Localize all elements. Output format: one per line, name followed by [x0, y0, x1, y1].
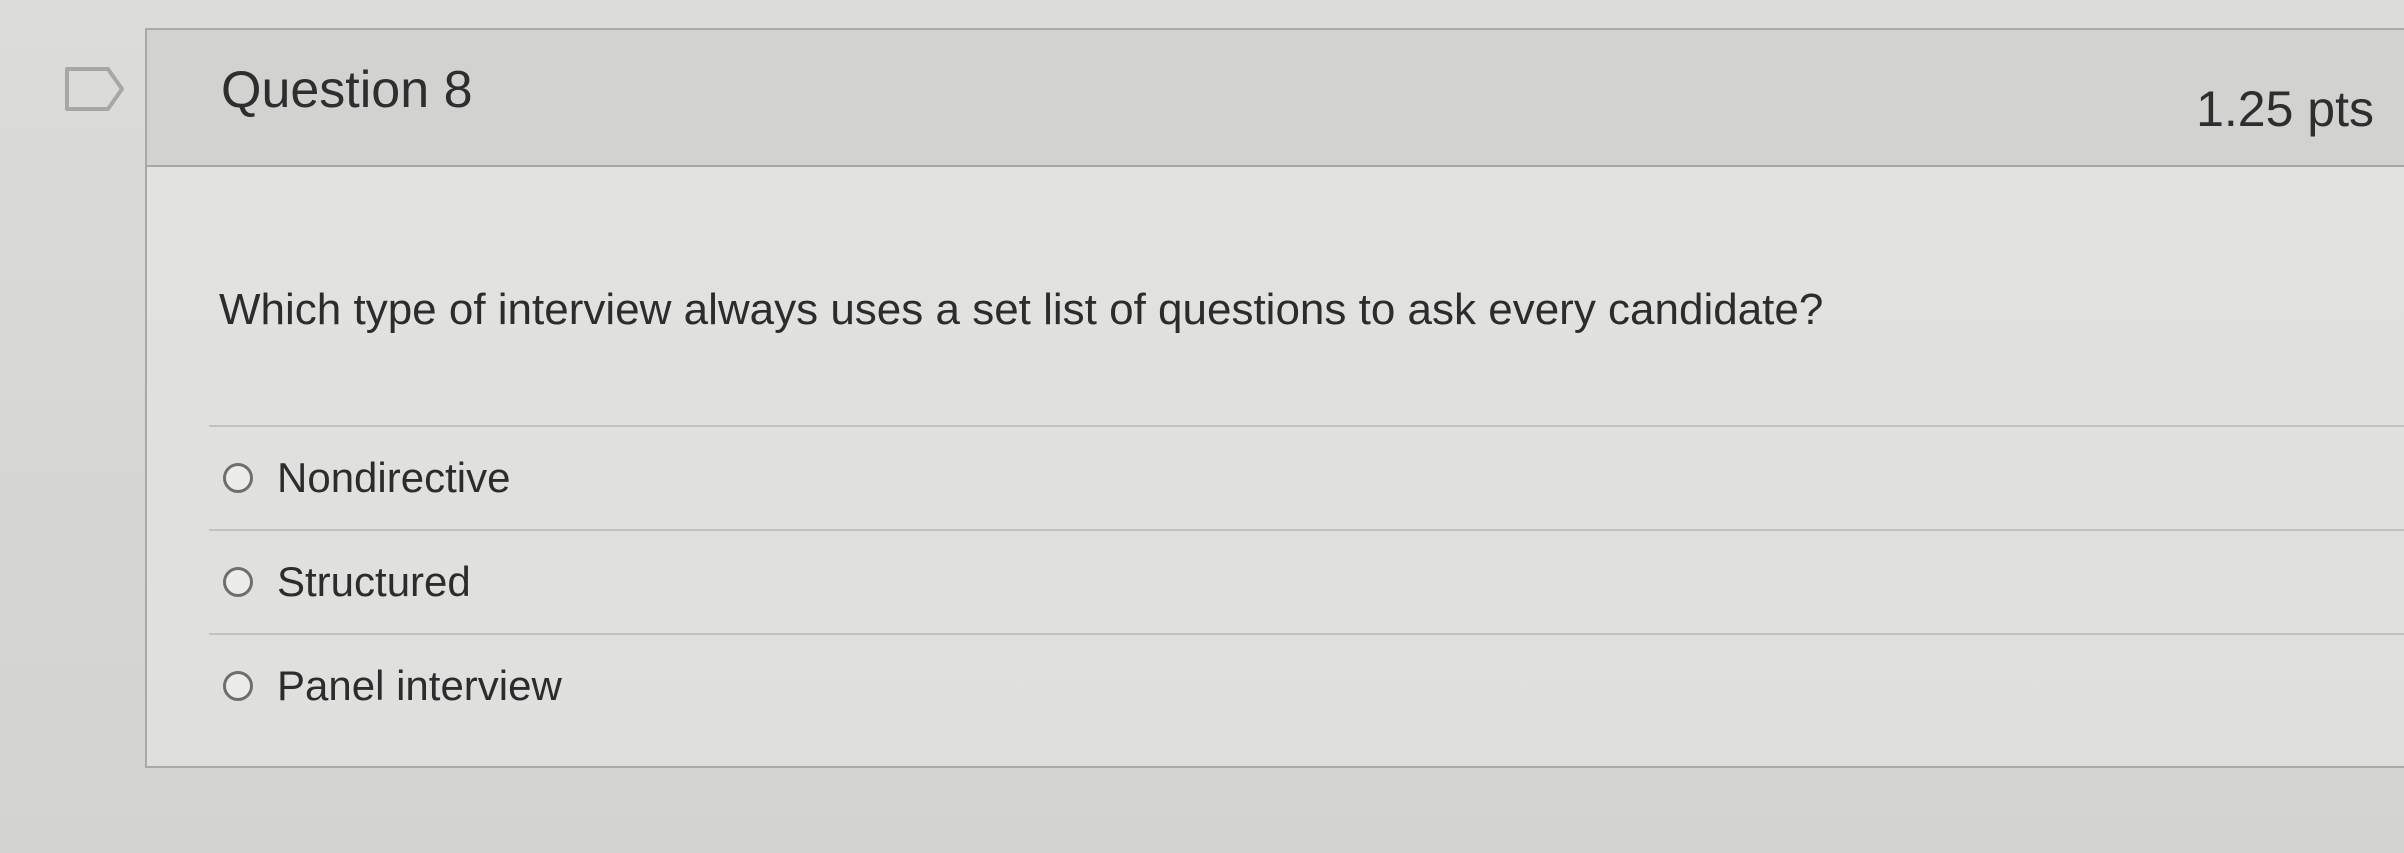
- answer-label: Panel interview: [277, 662, 562, 709]
- answer-label: Structured: [277, 558, 471, 605]
- radio-button[interactable]: [223, 671, 253, 701]
- answer-label: Nondirective: [277, 454, 511, 501]
- answer-option-structured[interactable]: Structured: [209, 531, 2404, 633]
- question-text: Which type of interview always uses a se…: [219, 285, 1824, 334]
- question-body: Which type of interview always uses a se…: [147, 167, 2404, 766]
- answer-option-panel-interview[interactable]: Panel interview: [209, 635, 2404, 737]
- question-card: Question 8 1.25 pts Which type of interv…: [145, 28, 2404, 768]
- flag-question-icon[interactable]: [64, 66, 126, 112]
- question-header: Question 8 1.25 pts: [147, 30, 2404, 167]
- radio-button[interactable]: [223, 567, 253, 597]
- page: Question 8 1.25 pts Which type of interv…: [0, 0, 2404, 853]
- question-points: 1.25 pts: [2196, 81, 2374, 137]
- question-title: Question 8: [221, 61, 473, 119]
- radio-button[interactable]: [223, 463, 253, 493]
- answer-option-nondirective[interactable]: Nondirective: [209, 427, 2404, 529]
- answer-list: Nondirective Structured Panel interview: [209, 425, 2404, 737]
